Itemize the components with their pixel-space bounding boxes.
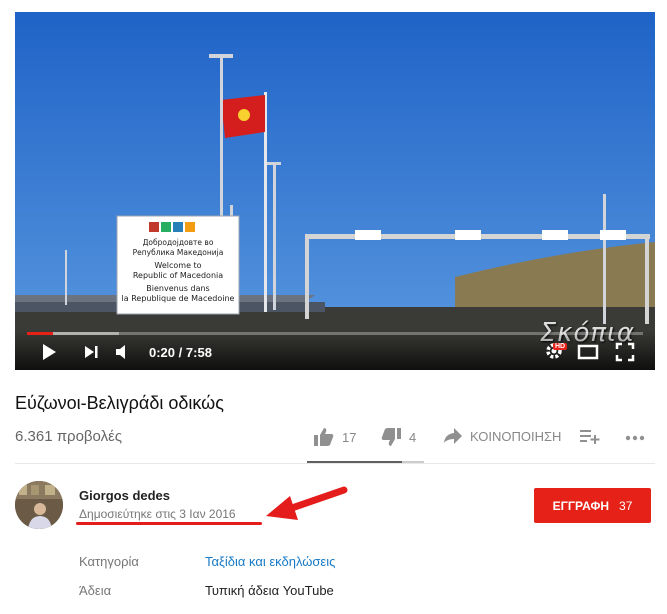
- more-icon: [625, 435, 645, 441]
- subscriber-count: 37: [619, 498, 633, 513]
- duration: 7:58: [185, 345, 212, 360]
- volume-icon[interactable]: [114, 342, 136, 362]
- share-button[interactable]: ΚΟΙΝΟΠΟΙΗΣΗ: [444, 428, 561, 444]
- category-link[interactable]: Ταξίδια και εκδηλώσεις: [205, 554, 335, 569]
- theater-mode-icon[interactable]: [577, 342, 599, 362]
- next-icon[interactable]: [81, 342, 101, 362]
- sign-line: Република Македонија: [133, 248, 224, 257]
- current-time: 0:20: [149, 345, 176, 360]
- annotation-underline: [76, 522, 262, 525]
- thumbs-down-icon: [381, 428, 401, 446]
- sign-line: la Republique de Macedoine: [122, 294, 235, 303]
- dislike-count: 4: [409, 429, 417, 445]
- license-value: Τυπική άδεια YouTube: [205, 583, 334, 598]
- video-title: Εύζωνοι-Βελιγράδι οδικώς: [15, 393, 224, 413]
- license-label: Άδεια: [79, 583, 112, 598]
- view-count: 6.361 προβολές: [15, 428, 123, 445]
- channel-avatar[interactable]: [15, 481, 63, 529]
- sign-line: Bienvenus dans: [146, 284, 209, 293]
- hd-badge: HD: [553, 343, 568, 350]
- sign-line: Добродојдовте во: [143, 238, 214, 247]
- more-actions-button[interactable]: [625, 428, 645, 444]
- avatar-image: [15, 481, 63, 529]
- time-display: 0:20 / 7:58: [149, 345, 212, 360]
- share-label: ΚΟΙΝΟΠΟΙΗΣΗ: [470, 428, 562, 444]
- add-to-playlist-icon: [580, 430, 600, 444]
- like-button[interactable]: 17: [314, 428, 356, 446]
- subscribe-button[interactable]: ΕΓΓΡΑΦΗ 37: [534, 488, 651, 523]
- sign-line: Welcome to: [154, 261, 201, 270]
- channel-name[interactable]: Giorgos dedes: [79, 488, 170, 503]
- sign-line: Republic of Macedonia: [133, 271, 223, 280]
- category-label: Κατηγορία: [79, 554, 139, 569]
- time-separator: /: [178, 345, 183, 360]
- fullscreen-icon[interactable]: [615, 342, 635, 362]
- progress-buffered: [52, 332, 120, 335]
- like-count: 17: [342, 429, 357, 445]
- add-to-playlist-button[interactable]: [580, 428, 600, 444]
- share-icon: [444, 428, 462, 444]
- subscribe-label: ΕΓΓΡΑΦΗ: [552, 498, 610, 513]
- publish-date: Δημοσιεύτηκε στις 3 Ιαν 2016: [79, 507, 236, 521]
- video-frame: Добродојдовте во Република Македонија We…: [15, 12, 655, 370]
- progress-played: [27, 332, 53, 335]
- section-divider: [15, 463, 655, 464]
- play-icon[interactable]: [39, 342, 59, 362]
- dislike-button[interactable]: 4: [381, 428, 416, 446]
- thumbs-up-icon: [314, 428, 334, 446]
- video-player[interactable]: Добродојдовте во Република Македонија We…: [15, 12, 655, 370]
- progress-bar[interactable]: [27, 332, 643, 335]
- annotation-arrow-icon: [266, 486, 348, 520]
